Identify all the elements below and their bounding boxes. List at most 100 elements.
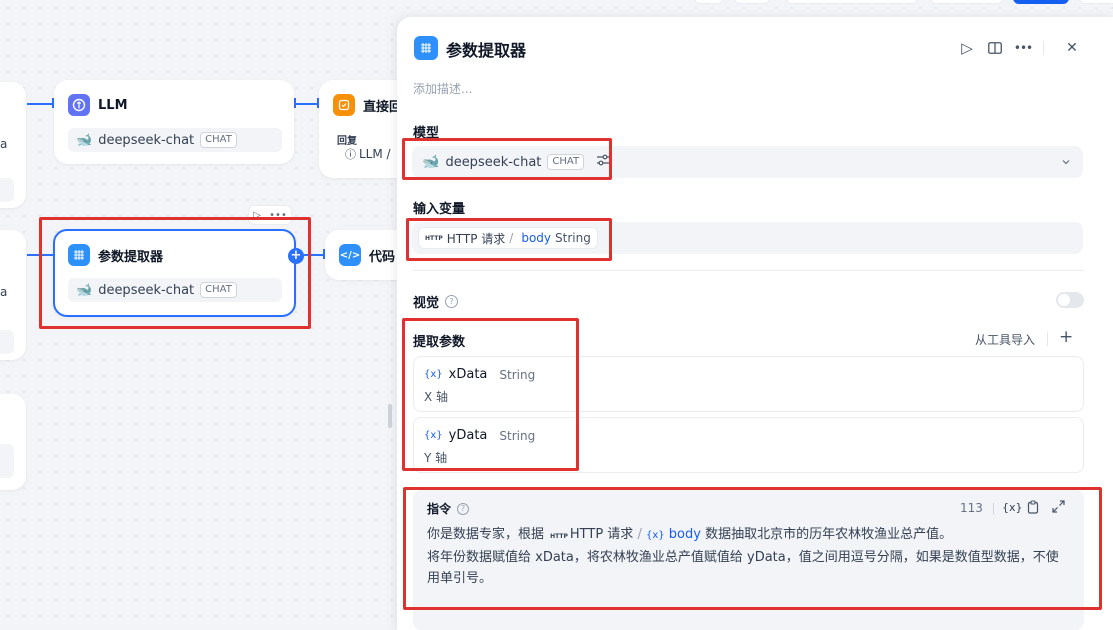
vision-toggle[interactable] [1056, 292, 1084, 308]
left-node-middle[interactable]: a [0, 230, 26, 360]
extractor-icon [414, 36, 438, 60]
instruction-ref-var: body [668, 527, 701, 542]
llm-node[interactable]: LLM 🐋 deepseek-chat CHAT [54, 80, 294, 164]
left-node-chip-3 [0, 444, 14, 478]
copy-icon[interactable] [1027, 500, 1039, 518]
param-description: Y 轴 [424, 451, 448, 465]
param-card[interactable]: {x} yData String Y 轴 [413, 417, 1084, 473]
description-input[interactable]: 添加描述... [413, 80, 472, 97]
param-description: X 轴 [424, 390, 449, 404]
toolbar-button[interactable] [694, 0, 724, 4]
extractor-icon [68, 244, 90, 266]
whale-icon: 🐋 [76, 282, 93, 298]
instruction-text[interactable]: 你是数据专家，根据 HTTP HTTP 请求 / {x} body 数据抽取北京市… [427, 524, 1067, 589]
model-name: deepseek-chat [445, 154, 542, 170]
http-icon: HTTP [425, 234, 443, 242]
direct-reply-ref-text: LLM / [359, 147, 391, 161]
more-icon[interactable]: ••• [269, 210, 287, 221]
instruction-label-text: 指令 [427, 502, 452, 516]
model-mode-tag: CHAT [547, 154, 585, 170]
variable-icon: {x} [424, 430, 443, 441]
expand-icon[interactable] [1052, 500, 1065, 517]
whale-icon: 🐋 [422, 154, 440, 170]
run-icon[interactable]: ▷ [956, 37, 978, 59]
split-view-icon[interactable] [984, 37, 1006, 59]
char-count: 113 [960, 501, 983, 515]
section-divider [413, 270, 1084, 271]
edge-handle [294, 98, 296, 108]
input-var-separator: / [509, 231, 514, 245]
param-card[interactable]: {x} xData String X 轴 [413, 356, 1084, 412]
llm-icon [68, 94, 90, 116]
left-node-chip [0, 178, 14, 202]
llm-node-title: LLM [98, 97, 128, 113]
reply-icon [333, 94, 355, 116]
params-header-divider [1047, 332, 1048, 346]
add-next-node-button[interactable]: + [288, 248, 304, 264]
publish-button[interactable] [1013, 0, 1069, 4]
left-node-snippet: a [0, 137, 8, 151]
variable-icon: {x} [424, 369, 443, 380]
direct-reply-ref: ⓘ LLM / [345, 146, 391, 162]
param-extractor-node[interactable]: 参数提取器 🐋 deepseek-chat CHAT + [53, 229, 304, 317]
model-label: 模型 [413, 126, 440, 141]
insert-variable-icon[interactable]: {x} [1002, 501, 1023, 514]
help-icon[interactable]: ? [457, 502, 470, 515]
param-extractor-title: 参数提取器 [98, 249, 164, 265]
instruction-editor[interactable]: 指令 ? 113 {x} 你是数据专家，根据 HTTP HTTP 请求 / {x}… [413, 490, 1084, 630]
import-from-tool-button[interactable]: 从工具导入 [975, 331, 1035, 348]
param-name: xData [448, 367, 488, 382]
model-selector[interactable]: 🐋 deepseek-chat CHAT [412, 146, 1083, 178]
input-var-name: body [521, 231, 552, 245]
input-var-node: HTTP 请求 [446, 231, 506, 246]
instruction-ref-sep: / [637, 527, 642, 542]
param-type: String [499, 367, 536, 382]
direct-reply-label: 回复 [337, 136, 357, 147]
panel-title[interactable]: 参数提取器 [446, 37, 526, 61]
instruction-ref-node: HTTP 请求 [569, 527, 634, 542]
instruction-line-2: 将年份数据赋值给 xData，将农林牧渔业总产值赋值给 yData，值之间用逗号… [427, 550, 1059, 586]
help-icon[interactable]: ? [445, 295, 459, 308]
instruction-suffix: 数据抽取北京市的历年农林牧渔业总产值。 [705, 527, 953, 542]
run-node-icon[interactable]: ▷ [253, 210, 261, 221]
code-node-title: 代码 [369, 249, 396, 265]
left-node-top[interactable]: a [0, 82, 26, 208]
add-param-button[interactable]: + [1059, 327, 1073, 347]
extractor-mode-tag: CHAT [200, 282, 237, 298]
input-var-field[interactable]: HTTP HTTP 请求 / body String [412, 222, 1083, 254]
count-divider [993, 503, 994, 515]
left-node-chip-2 [0, 330, 14, 354]
instruction-line-1: 你是数据专家，根据 HTTP HTTP 请求 / {x} body 数据抽取北京市… [427, 524, 1067, 547]
input-var-label: 输入变量 [413, 202, 466, 217]
http-icon: HTTP [550, 533, 568, 540]
toolbar-button[interactable] [930, 0, 1004, 4]
input-var-type: String [555, 231, 591, 245]
node-settings-panel: 参数提取器 ▷ ••• ✕ 添加描述... 模型 🐋 deepseek-chat… [397, 17, 1113, 630]
extractor-model-chip: 🐋 deepseek-chat CHAT [68, 278, 282, 302]
vision-label: 视觉 ? [413, 292, 459, 311]
left-node-snippet-2: a [0, 285, 8, 299]
toolbar-button[interactable] [1079, 0, 1113, 4]
param-type: String [499, 428, 536, 443]
extractor-model-name: deepseek-chat [98, 282, 195, 298]
edge-to-extractor [27, 254, 53, 256]
model-settings-icon[interactable] [596, 154, 610, 170]
toolbar-button[interactable] [734, 0, 770, 4]
chevron-down-icon[interactable] [1061, 155, 1071, 170]
node-mini-toolbar[interactable]: ▷ ••• [248, 205, 292, 225]
panel-resize-handle[interactable] [388, 404, 392, 428]
header-divider [1043, 41, 1044, 55]
input-var-chip[interactable]: HTTP HTTP 请求 / body String [418, 227, 598, 249]
toolbar-button[interactable] [786, 0, 918, 4]
llm-model-chip: 🐋 deepseek-chat CHAT [68, 128, 282, 152]
left-node-bottom[interactable] [0, 394, 26, 490]
more-options-icon[interactable]: ••• [1012, 37, 1034, 59]
params-label: 提取参数 [413, 335, 466, 350]
llm-ref-icon: ⓘ [345, 148, 356, 161]
instruction-prefix: 你是数据专家，根据 [427, 527, 545, 542]
code-icon: </> [339, 244, 361, 266]
variable-icon: {x} [645, 530, 665, 541]
close-icon[interactable]: ✕ [1061, 37, 1083, 59]
edge-to-llm [27, 103, 53, 105]
edge-llm-to-reply [294, 103, 318, 105]
